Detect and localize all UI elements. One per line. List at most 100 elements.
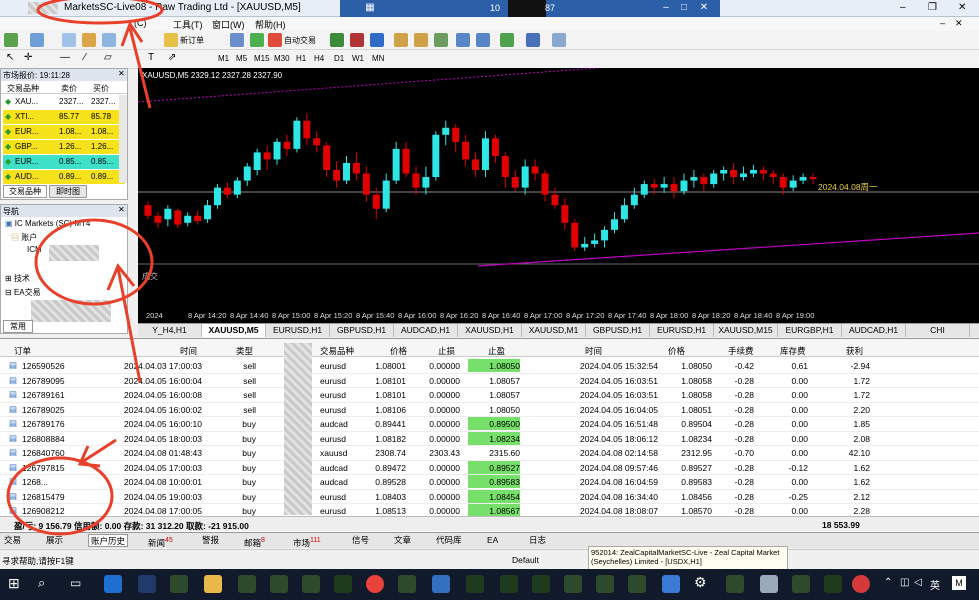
mt4-ic-icon[interactable] xyxy=(564,575,582,593)
chart-tab[interactable]: GBPUSD,H1 xyxy=(586,324,650,337)
text-icon[interactable]: T xyxy=(148,52,154,63)
tf-h4[interactable]: H4 xyxy=(314,54,324,63)
history-row[interactable]: ▤ 126815479 2024.04.05 19:00:03 buy eurusd 1.… xyxy=(0,489,979,504)
market-watch-scrollbar[interactable] xyxy=(119,95,127,183)
history-row[interactable]: ▤ 126789095 2024.04.05 16:00:04 sell eurusd 1… xyxy=(0,374,979,388)
chart-app-icon[interactable] xyxy=(466,575,484,593)
periods-icon[interactable] xyxy=(526,33,540,47)
history-row[interactable]: ▤ 126590526 2024.04.03 17:00:03 sell eurusd 1… xyxy=(0,359,979,374)
auto-trading-button[interactable]: 自动交易 xyxy=(284,35,316,46)
mt4-ic-icon[interactable] xyxy=(596,575,614,593)
tf-m1[interactable]: M1 xyxy=(218,54,229,63)
terminal-tab[interactable]: 文章 xyxy=(394,534,411,547)
tf-w1[interactable]: W1 xyxy=(352,54,364,63)
column-header[interactable]: 类型 xyxy=(236,345,253,357)
chart-tab[interactable]: EURGBP,H1 xyxy=(778,324,842,337)
chart-tab[interactable]: EURUSD,H1 xyxy=(650,324,714,337)
chart-tab[interactable]: AUDCAD,H1 xyxy=(842,324,906,337)
new-chart-icon[interactable] xyxy=(4,33,18,47)
profiles-icon[interactable] xyxy=(30,33,44,47)
nav-indicators[interactable]: ⊞ 技术 xyxy=(5,273,30,284)
market-watch-row[interactable]: ◆ XTI... 85.77 85.78 xyxy=(3,110,125,124)
chart-app-icon[interactable] xyxy=(500,575,518,593)
menu-help[interactable]: 帮助(H) xyxy=(255,18,286,31)
metaeditor-icon[interactable] xyxy=(230,33,244,47)
close-icon[interactable]: ✕ xyxy=(958,2,966,13)
chart-tab[interactable]: XAUUSD,M15 xyxy=(714,324,778,337)
tray-app-icon[interactable] xyxy=(852,575,870,593)
templates-icon[interactable] xyxy=(552,33,566,47)
nav-accounts[interactable]: ▤ 账户 xyxy=(11,232,37,243)
tf-m30[interactable]: M30 xyxy=(274,54,290,63)
minimize-icon[interactable]: – xyxy=(658,2,674,14)
tf-h1[interactable]: H1 xyxy=(296,54,306,63)
zoom-out-icon[interactable] xyxy=(414,33,428,47)
language-indicator[interactable]: M xyxy=(952,576,966,590)
column-header[interactable]: 时间 xyxy=(180,345,197,357)
trendline-icon[interactable]: ∕ xyxy=(84,52,86,63)
tf-d1[interactable]: D1 xyxy=(334,54,344,63)
arrow-icon[interactable]: ⇗ xyxy=(168,52,176,63)
mdi-minimize-icon[interactable]: – xyxy=(940,18,945,28)
terminal-tab[interactable]: 代码库 xyxy=(436,534,462,547)
maximize-icon[interactable]: □ xyxy=(676,2,692,14)
column-header[interactable]: 手续费 xyxy=(728,345,754,357)
ie-icon[interactable] xyxy=(104,575,122,593)
cursor-icon[interactable]: ↖ xyxy=(6,52,14,63)
tab-tick-chart[interactable]: 即时图 xyxy=(49,185,87,198)
nav-experts[interactable]: ⊟ EA交易 xyxy=(5,287,41,298)
tf-m5[interactable]: M5 xyxy=(236,54,247,63)
market-watch-row[interactable]: ◆ XAU... 2327... 2327... xyxy=(3,95,125,109)
col-bid[interactable]: 卖价 xyxy=(61,83,77,94)
task-view-icon[interactable]: ▭ xyxy=(70,576,81,590)
history-row[interactable]: ▤ 126808884 2024.04.05 18:00:03 buy eurusd 1.… xyxy=(0,431,979,446)
line-chart-icon[interactable] xyxy=(370,33,384,47)
col-ask[interactable]: 买价 xyxy=(93,83,109,94)
tab-common[interactable]: 常用 xyxy=(3,320,33,333)
history-row[interactable]: ▤ 126797815 2024.04.05 17:00:03 buy audcad 0.… xyxy=(0,460,979,475)
menu-tools[interactable]: 工具(T) xyxy=(173,18,203,31)
column-header[interactable]: 止盈 xyxy=(488,345,505,357)
column-header[interactable]: 订单 xyxy=(14,345,31,357)
chart-app-icon[interactable] xyxy=(532,575,550,593)
column-header[interactable]: 库存费 xyxy=(780,345,806,357)
channel-icon[interactable]: ▱ xyxy=(104,52,112,63)
zoom-in-icon[interactable] xyxy=(394,33,408,47)
bar-chart-icon[interactable] xyxy=(330,33,344,47)
terminal-tab[interactable]: 交易 xyxy=(4,534,21,547)
new-order-button[interactable]: 新订单 xyxy=(180,35,204,46)
chart-tab[interactable]: XAUUSD,H1 xyxy=(458,324,522,337)
terminal-tab[interactable]: 信号 xyxy=(352,534,369,547)
mt4-app-icon[interactable] xyxy=(138,575,156,593)
chart-tab[interactable]: AUDCAD,H1 xyxy=(394,324,458,337)
auto-trading-status-icon[interactable] xyxy=(268,33,282,47)
windows-start-icon[interactable]: ⊞ xyxy=(8,575,20,592)
terminal-tab[interactable]: 账户历史 xyxy=(88,534,129,547)
restore-icon[interactable]: ❐ xyxy=(928,2,937,13)
chart-app-icon[interactable] xyxy=(334,575,352,593)
ime-indicator[interactable]: 英 xyxy=(930,577,940,592)
history-row[interactable]: ▤ 1268... 2024.04.08 10:00:01 buy audcad 0.89… xyxy=(0,475,979,490)
search-icon[interactable]: ⌕ xyxy=(38,575,45,591)
network-icon[interactable]: ◫ xyxy=(900,577,909,588)
close-icon[interactable]: ✕ xyxy=(118,205,125,214)
notification-popup[interactable]: 952014: ZealCapitalMarketSC-Live - Zeal … xyxy=(588,546,788,570)
chart-shift-icon[interactable] xyxy=(456,33,470,47)
autoscroll-icon[interactable] xyxy=(476,33,490,47)
terminal-tab[interactable]: 新闻45 xyxy=(148,534,173,548)
app-icon[interactable] xyxy=(760,575,778,593)
col-symbol[interactable]: 交易品种 xyxy=(7,83,39,94)
nav-account-icm[interactable]: ICM xyxy=(27,245,42,254)
terminal-tab[interactable]: 警报 xyxy=(202,534,219,547)
terminal-tab[interactable]: 邮箱8 xyxy=(244,534,265,548)
column-header[interactable]: 时间 xyxy=(585,345,602,357)
chart-tab[interactable]: CHI xyxy=(906,324,970,337)
tf-mn[interactable]: MN xyxy=(372,54,384,63)
terminal-tab[interactable]: 展示 xyxy=(46,534,63,547)
mt4-ic-icon[interactable] xyxy=(792,575,810,593)
mt4-ic-icon[interactable] xyxy=(628,575,646,593)
history-row[interactable]: ▤ 126789161 2024.04.05 16:00:08 sell eurusd 1… xyxy=(0,388,979,403)
column-header[interactable]: 获利 xyxy=(846,345,863,357)
navigator-icon[interactable] xyxy=(82,33,96,47)
history-row[interactable]: ▤ 126789176 2024.04.05 16:00:10 buy audcad 0.… xyxy=(0,417,979,432)
